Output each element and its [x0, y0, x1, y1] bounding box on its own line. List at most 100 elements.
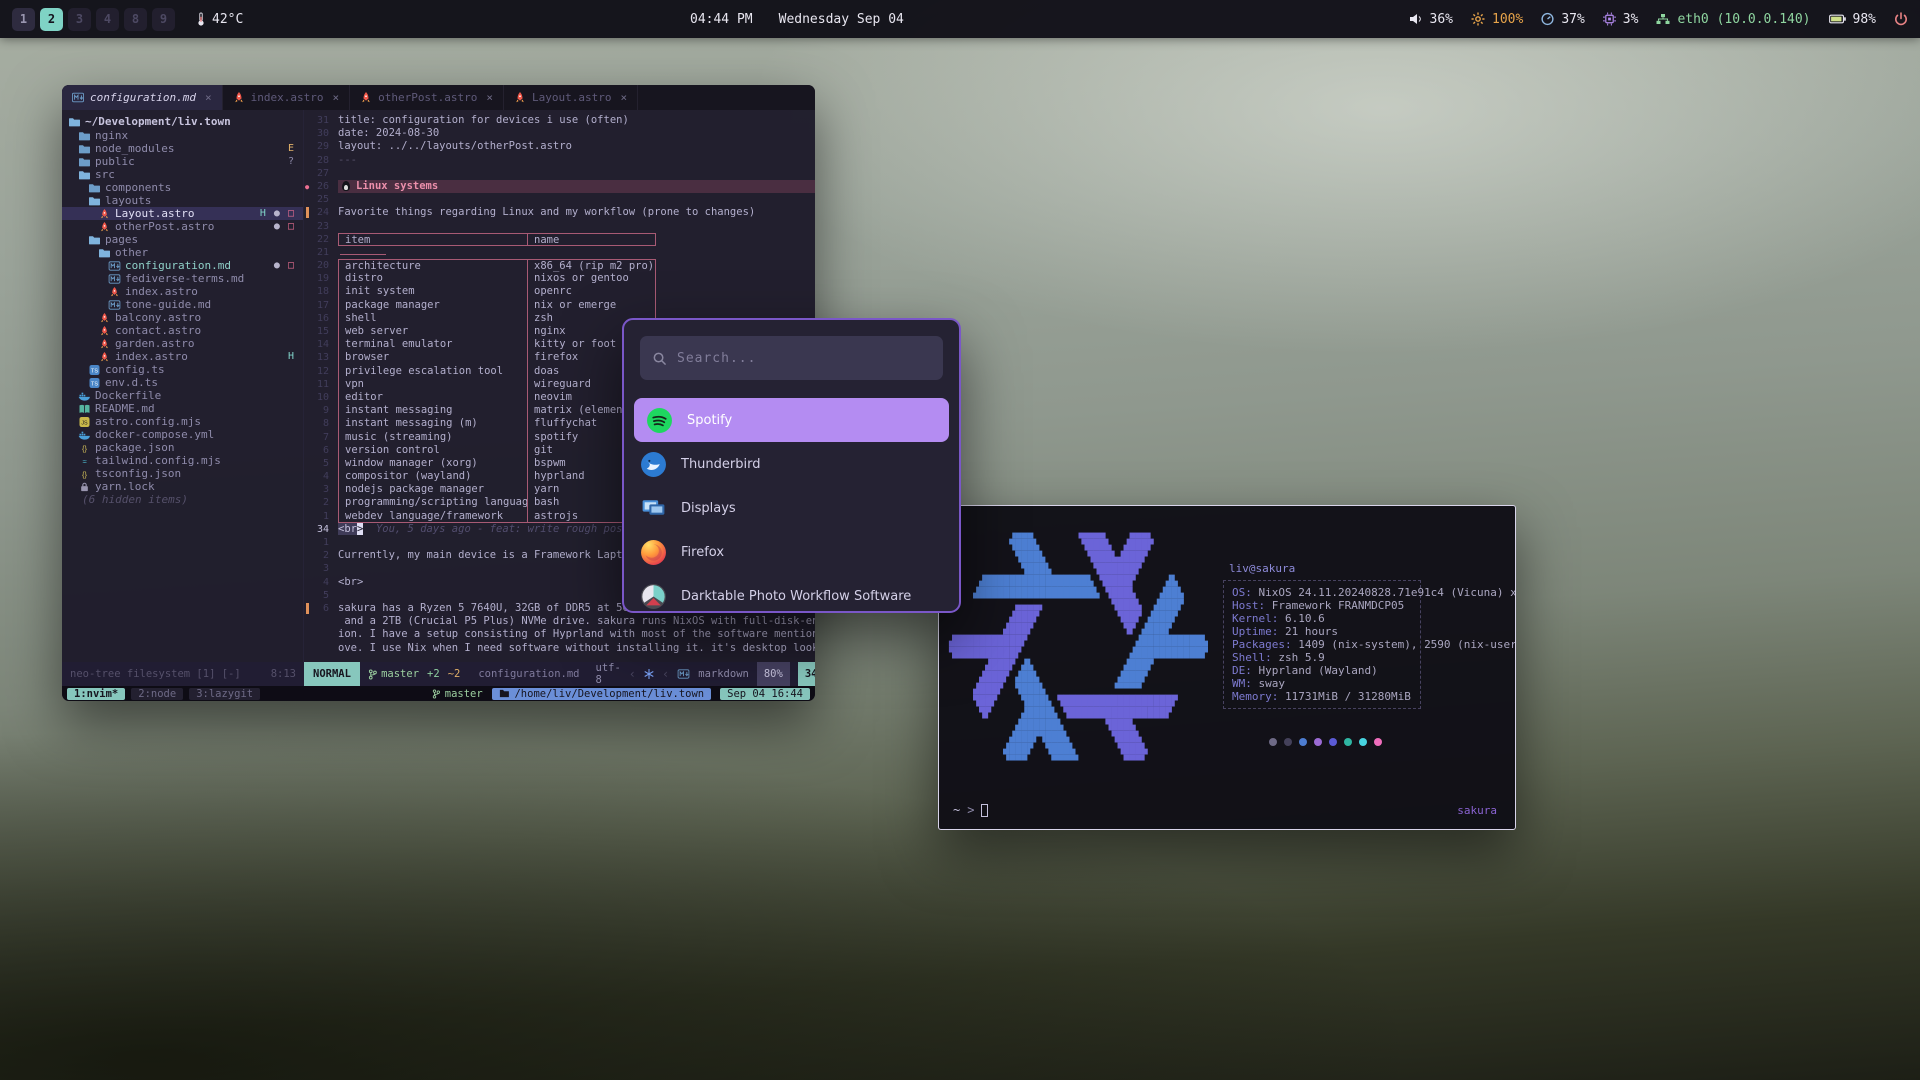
file-layouts[interactable]: layouts	[62, 194, 303, 207]
tab-otherpost-astro[interactable]: otherPost.astro×	[350, 85, 504, 110]
file-other[interactable]: other	[62, 246, 303, 259]
module-brightness[interactable]: 100%	[1471, 12, 1523, 27]
close-icon[interactable]: ×	[621, 91, 628, 104]
close-icon[interactable]: ×	[486, 91, 493, 104]
file-node-modules[interactable]: node_modulesE	[62, 142, 303, 155]
file-name: docker-compose.yml	[95, 428, 214, 441]
file-nginx[interactable]: nginx	[62, 129, 303, 142]
info-value: 21 hours	[1285, 625, 1338, 638]
buffer-line: and a 2TB (Crucial P5 Plus) NVMe drive. …	[304, 615, 815, 628]
file-docker-compose-yml[interactable]: docker-compose.yml	[62, 428, 303, 441]
astro-icon	[233, 92, 245, 103]
file-astro-config-mjs[interactable]: JSastro.config.mjs	[62, 415, 303, 428]
module-battery-value: 98%	[1853, 12, 1876, 27]
line-number: 4	[312, 576, 338, 589]
line-number: 12	[312, 365, 338, 378]
module-battery[interactable]: 98%	[1829, 12, 1876, 27]
sign-column	[304, 562, 312, 575]
tmux-window-1-nvim[interactable]: 1:nvim*	[67, 688, 125, 700]
sign-column	[304, 127, 312, 140]
sign-column	[304, 483, 312, 496]
file-src[interactable]: src	[62, 168, 303, 181]
file-otherpost-astro[interactable]: otherPost.astro● □	[62, 220, 303, 233]
file-contact-astro[interactable]: contact.astro	[62, 324, 303, 337]
tab-index-astro[interactable]: index.astro×	[223, 85, 350, 110]
file-config-ts[interactable]: TSconfig.ts	[62, 363, 303, 376]
file-readme-md[interactable]: README.md	[62, 402, 303, 415]
workspace-9[interactable]: 9	[152, 8, 175, 31]
info-value: 1409 (nix-system), 2590 (nix-user)	[1298, 638, 1516, 651]
line-number: 31	[312, 114, 338, 127]
file-tone-guide-md[interactable]: tone-guide.md	[62, 298, 303, 311]
workspace-3[interactable]: 3	[68, 8, 91, 31]
file-balcony-astro[interactable]: balcony.astro	[62, 311, 303, 324]
module-volume-value: 36%	[1430, 12, 1453, 27]
file-env-d-ts[interactable]: TSenv.d.ts	[62, 376, 303, 389]
file-public[interactable]: public?	[62, 155, 303, 168]
file-index-astro[interactable]: index.astroH	[62, 350, 303, 363]
table-cell: window manager (xorg)	[338, 457, 528, 470]
file-package-json[interactable]: {}package.json	[62, 441, 303, 454]
table-cell: privilege escalation tool	[338, 365, 528, 378]
close-icon[interactable]: ×	[205, 91, 212, 104]
launcher-item-thunderbird[interactable]: Thunderbird	[624, 442, 959, 486]
line-text	[338, 246, 815, 259]
file-components[interactable]: components	[62, 181, 303, 194]
workspace-1[interactable]: 1	[12, 8, 35, 31]
table-cell: web server	[338, 325, 528, 338]
module-cpu[interactable]: 3%	[1603, 12, 1639, 27]
color-palette	[1269, 738, 1382, 746]
module-disk[interactable]: 37%	[1541, 12, 1584, 27]
launcher-item-displays[interactable]: Displays	[624, 486, 959, 530]
info-value: 6.10.6	[1285, 612, 1325, 625]
file-marker: ?	[288, 156, 295, 167]
file-garden-astro[interactable]: garden.astro	[62, 337, 303, 350]
file-tsconfig-json[interactable]: {}tsconfig.json	[62, 467, 303, 480]
tmux-window-2-node[interactable]: 2:node	[131, 688, 183, 700]
workspace-4[interactable]: 4	[96, 8, 119, 31]
terminal-window[interactable]: ▗▄▄▄ ▗▄▄▄▄ ▄▄▄▖ ▜███▙ ▜███▙ ▟███▛ ▜███▙ …	[938, 505, 1516, 830]
shell-prompt[interactable]: ~ >	[953, 803, 988, 817]
file-name: configuration.md	[125, 259, 231, 272]
file-6-hidden-items[interactable]: (6 hidden items)	[62, 493, 303, 506]
file-dockerfile[interactable]: Dockerfile	[62, 389, 303, 402]
module-disk-value: 37%	[1561, 12, 1584, 27]
tab-configuration-md[interactable]: configuration.md×	[62, 85, 223, 110]
launcher-item-firefox[interactable]: Firefox	[624, 530, 959, 574]
line-text: itemname	[338, 233, 815, 246]
file-layout-astro[interactable]: Layout.astroH ● □	[62, 207, 303, 220]
line-number: 1	[312, 536, 338, 549]
search-input[interactable]	[677, 351, 931, 366]
launcher-item-darktable-photo-workflow-software[interactable]: Darktable Photo Workflow Software	[624, 574, 959, 613]
module-volume[interactable]: 36%	[1409, 12, 1453, 27]
info-label: OS:	[1232, 586, 1259, 599]
scroll-percent: 80%	[757, 662, 790, 686]
close-icon[interactable]: ×	[332, 91, 339, 104]
tab-layout-astro[interactable]: Layout.astro×	[504, 85, 638, 110]
info-value: zsh 5.9	[1278, 651, 1324, 664]
table-cell: programming/scripting language	[338, 496, 528, 509]
power-button[interactable]	[1894, 12, 1908, 26]
file-pages[interactable]: pages	[62, 233, 303, 246]
tmux-window-3-lazygit[interactable]: 3:lazygit	[189, 688, 260, 700]
line-text: Favorite things regarding Linux and my w…	[338, 206, 815, 219]
module-network[interactable]: eth0 (10.0.0.140)	[1656, 12, 1810, 27]
battery-icon	[1829, 12, 1846, 26]
file-fediverse-terms-md[interactable]: fediverse-terms.md	[62, 272, 303, 285]
launcher-item-spotify[interactable]: Spotify	[634, 398, 949, 442]
file-yarn-lock[interactable]: yarn.lock	[62, 480, 303, 493]
workspace-2[interactable]: 2	[40, 8, 63, 31]
gauge-icon	[1541, 12, 1554, 26]
workspace-8[interactable]: 8	[124, 8, 147, 31]
file-tree-root[interactable]: ~/Development/liv.town	[62, 114, 303, 129]
file-tailwind-config-mjs[interactable]: ≈tailwind.config.mjs	[62, 454, 303, 467]
table-cell: package manager	[338, 299, 528, 312]
fetch-info: OS: NixOS 24.11.20240828.71e91c4 (Vicuna…	[1223, 580, 1421, 709]
file-index-astro[interactable]: index.astro	[62, 285, 303, 298]
clock[interactable]: 04:44 PM Wednesday Sep 04	[690, 0, 904, 38]
file-configuration-md[interactable]: configuration.md● □	[62, 259, 303, 272]
line-text: and a 2TB (Crucial P5 Plus) NVMe drive. …	[338, 615, 815, 628]
info-label: Memory:	[1232, 690, 1285, 703]
line-number: 25	[312, 193, 338, 206]
line-number: 6	[312, 602, 338, 615]
